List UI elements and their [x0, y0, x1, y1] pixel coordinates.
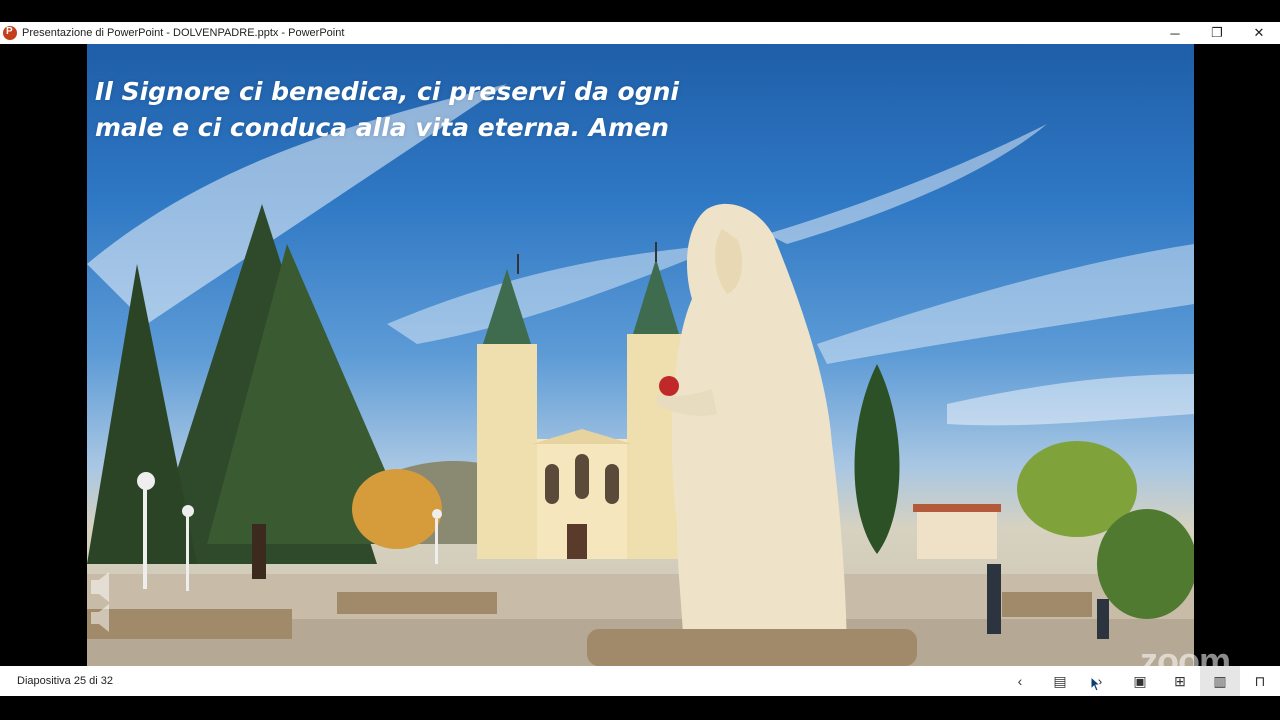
window-title: Presentazione di PowerPoint - DOLVENPADR… [22, 27, 345, 39]
title-bar: Presentazione di PowerPoint - DOLVENPADR… [0, 22, 1280, 44]
reading-view-icon[interactable]: ▥ [1200, 666, 1240, 696]
close-button[interactable]: ✕ [1238, 22, 1280, 44]
bottom-black-bar [0, 696, 1280, 720]
virgin-mary-statue [657, 203, 847, 666]
normal-view-icon[interactable]: ▣ [1120, 666, 1160, 696]
notes-icon[interactable]: ▤ [1040, 666, 1080, 696]
mouse-cursor-icon [1090, 676, 1100, 692]
status-bar: Diapositiva 25 di 32 zoom ‹ ▤ › ▣ ⊞ ▥ ⊓ [0, 640, 1280, 696]
next-slide-button[interactable]: › [1080, 666, 1120, 696]
slide-quote-line1: Il Signore ci benedica, ci preservi da o… [95, 77, 679, 106]
slide-counter: Diapositiva 25 di 32 [17, 675, 114, 687]
slide-sorter-icon[interactable]: ⊞ [1160, 666, 1200, 696]
previous-slide-button[interactable]: ‹ [1000, 666, 1040, 696]
slide-stage: Il Signore ci benedica, ci preservi da o… [0, 44, 1280, 666]
slide-canvas[interactable]: Il Signore ci benedica, ci preservi da o… [87, 44, 1194, 666]
top-black-bar [0, 0, 1280, 22]
restore-button[interactable]: ❐ [1196, 22, 1238, 44]
speaker-icon[interactable] [89, 572, 117, 632]
audio-icons[interactable] [89, 572, 117, 632]
window-controls: ─ ❐ ✕ [1154, 22, 1280, 44]
autumn-tree [352, 469, 442, 549]
slideshow-icon[interactable]: ⊓ [1240, 666, 1280, 696]
powerpoint-icon [3, 26, 17, 40]
slide-quote-line2: male e ci conduca alla vita eterna. Amen [95, 113, 669, 142]
presenter-nav: ‹ ▤ › ▣ ⊞ ▥ ⊓ [1000, 666, 1280, 696]
slide-quote: Il Signore ci benedica, ci preservi da o… [95, 74, 695, 146]
cypress-tree [854, 364, 900, 554]
minimize-button[interactable]: ─ [1154, 22, 1196, 44]
side-building [917, 509, 997, 559]
